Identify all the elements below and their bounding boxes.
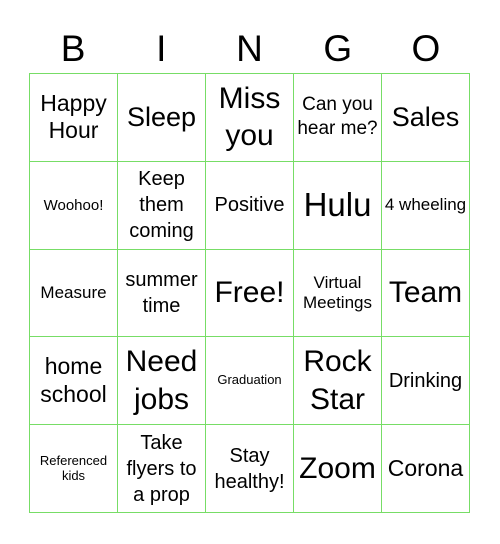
header-letter-n: N — [236, 28, 263, 69]
bingo-cell[interactable]: Need jobs — [118, 337, 206, 426]
bingo-cell[interactable]: Stay healthy! — [206, 425, 294, 513]
bingo-cell[interactable]: Zoom — [294, 425, 382, 513]
bingo-cell[interactable]: Miss you — [206, 74, 294, 162]
bingo-cell[interactable]: Virtual Meetings — [294, 249, 382, 338]
bingo-cell[interactable]: 4 wheeling — [382, 161, 470, 250]
bingo-cell[interactable]: Free! — [206, 249, 294, 338]
header-letter-b: B — [60, 28, 86, 69]
bingo-cell[interactable]: Happy Hour — [30, 74, 118, 162]
bingo-cell[interactable]: Team — [382, 249, 470, 338]
bingo-cell[interactable]: Corona — [382, 425, 470, 513]
bingo-header: B I N G O — [29, 26, 470, 72]
bingo-cell[interactable]: Take flyers to a prop — [118, 425, 206, 513]
bingo-cell[interactable]: Graduation — [206, 337, 294, 426]
bingo-cell[interactable]: Referenced kids — [30, 425, 118, 513]
bingo-card: Happy Hour Sleep Miss you Can you hear m… — [29, 73, 470, 513]
bingo-cell[interactable]: Hulu — [294, 161, 382, 250]
bingo-cell[interactable]: Sleep — [118, 74, 206, 162]
header-letter-o: O — [411, 28, 441, 69]
bingo-cell[interactable]: Can you hear me? — [294, 74, 382, 162]
bingo-cell[interactable]: Drinking — [382, 337, 470, 426]
bingo-cell[interactable]: home school — [30, 337, 118, 426]
bingo-cell[interactable]: summer time — [118, 249, 206, 338]
bingo-cell[interactable]: Keep them coming — [118, 161, 206, 250]
bingo-cell[interactable]: Measure — [30, 249, 118, 338]
bingo-cell[interactable]: Rock Star — [294, 337, 382, 426]
header-letter-g: G — [323, 28, 353, 69]
bingo-cell[interactable]: Sales — [382, 74, 470, 162]
header-letter-i: I — [156, 28, 167, 69]
bingo-cell[interactable]: Positive — [206, 161, 294, 250]
bingo-cell[interactable]: Woohoo! — [30, 161, 118, 250]
